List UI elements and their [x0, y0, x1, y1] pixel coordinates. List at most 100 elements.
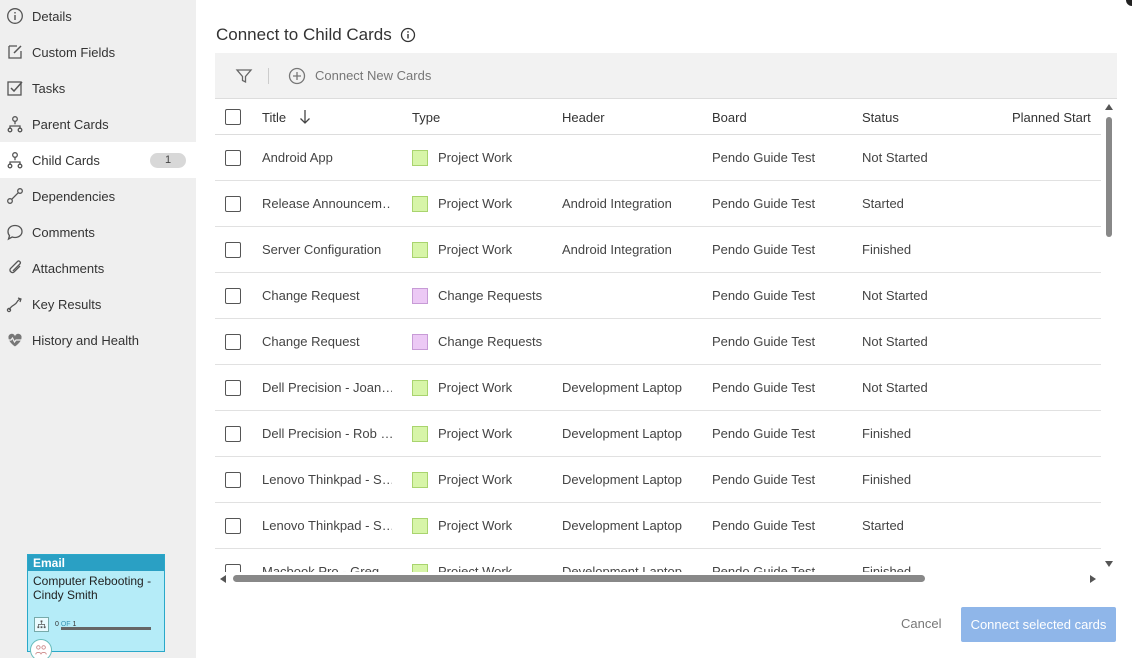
table-row[interactable]: Server Configuration Project Work Android … [215, 227, 1101, 273]
card-type-color-swatch [412, 564, 428, 572]
horizontal-scrollbar[interactable] [215, 572, 1101, 584]
table-header: Title Type Header Board Status Planned S… [215, 100, 1101, 135]
row-select-checkbox[interactable] [225, 564, 241, 572]
card-type-color-swatch [412, 196, 428, 212]
card-type-color-swatch [412, 242, 428, 258]
sidebar-item-label: Tasks [32, 80, 66, 96]
cell-title: Android App [262, 150, 333, 165]
column-header-status[interactable]: Status [862, 110, 899, 125]
cell-status: Started [862, 196, 904, 211]
table-row[interactable]: Change Request Change Requests Pendo Guide… [215, 319, 1101, 365]
heart-icon [6, 331, 24, 349]
hierarchy-icon [34, 617, 49, 632]
sidebar-item-comments[interactable]: Comments [0, 214, 196, 250]
child-progress-bar [61, 627, 151, 630]
cancel-button[interactable]: Cancel [901, 616, 941, 631]
sidebar-item-key-results[interactable]: Key Results [0, 286, 196, 322]
card-type-color-swatch [412, 426, 428, 442]
row-select-checkbox[interactable] [225, 426, 241, 442]
select-all-checkbox[interactable] [225, 109, 241, 125]
cell-title: Release Announcem… [262, 196, 392, 211]
cell-title: Change Request [262, 288, 360, 303]
sidebar: Details Custom Fields Tasks Parent Cards… [0, 0, 196, 658]
filter-icon[interactable] [232, 64, 256, 88]
sidebar-item-custom-fields[interactable]: Custom Fields [0, 34, 196, 70]
cell-title: Lenovo Thinkpad - S… [262, 472, 392, 487]
table-row[interactable]: Dell Precision - Joan… Project Work Develo… [215, 365, 1101, 411]
scroll-down-icon[interactable] [1104, 560, 1114, 568]
sidebar-item-dependencies[interactable]: Dependencies [0, 178, 196, 214]
card-type-color-swatch [412, 334, 428, 350]
main-panel: Connect to Child Cards Connect New Cards… [196, 0, 1132, 658]
row-select-checkbox[interactable] [225, 242, 241, 258]
table-row[interactable]: Macbook Pro - Greg… Project Work Developme… [215, 549, 1101, 572]
vertical-scrollbar[interactable] [1103, 103, 1115, 569]
row-select-checkbox[interactable] [225, 380, 241, 396]
cell-board: Pendo Guide Test [712, 380, 816, 395]
title-row: Connect to Child Cards [216, 25, 416, 45]
row-select-checkbox[interactable] [225, 472, 241, 488]
scroll-left-icon[interactable] [219, 574, 227, 584]
row-select-checkbox[interactable] [225, 518, 241, 534]
vertical-scroll-thumb[interactable] [1106, 117, 1112, 237]
sidebar-item-attachments[interactable]: Attachments [0, 250, 196, 286]
column-header-type[interactable]: Type [412, 110, 440, 125]
sidebar-item-child-cards[interactable]: Child Cards 1 [0, 142, 196, 178]
table-row[interactable]: Dell Precision - Rob … Project Work Develo… [215, 411, 1101, 457]
sidebar-item-history-health[interactable]: History and Health [0, 322, 196, 358]
sidebar-item-label: Parent Cards [32, 116, 109, 132]
cell-type: Project Work [438, 564, 513, 572]
scroll-up-icon[interactable] [1104, 103, 1114, 111]
card-type-color-swatch [412, 518, 428, 534]
column-header-board[interactable]: Board [712, 110, 747, 125]
sidebar-item-parent-cards[interactable]: Parent Cards [0, 106, 196, 142]
sidebar-item-details[interactable]: Details [0, 0, 196, 34]
info-icon [6, 7, 24, 25]
key-results-icon [6, 295, 24, 313]
sort-descending-icon[interactable] [299, 109, 311, 125]
link-icon [6, 187, 24, 205]
table-row[interactable]: Lenovo Thinkpad - S… Project Work Developm… [215, 457, 1101, 503]
cell-title: Change Request [262, 334, 360, 349]
cell-type: Change Requests [438, 334, 543, 349]
row-select-checkbox[interactable] [225, 196, 241, 212]
row-select-checkbox[interactable] [225, 150, 241, 166]
cell-title: Server Configuration [262, 242, 382, 257]
dialog-root: Details Custom Fields Tasks Parent Cards… [0, 0, 1132, 658]
info-icon[interactable] [400, 27, 416, 43]
row-select-checkbox[interactable] [225, 288, 241, 304]
column-header-planned-start[interactable]: Planned Start [1012, 110, 1091, 125]
table-row[interactable]: Change Request Change Requests Pendo Guide… [215, 273, 1101, 319]
cell-status: Finished [862, 472, 912, 487]
cell-board: Pendo Guide Test [712, 242, 816, 257]
sidebar-item-label: Dependencies [32, 188, 116, 204]
column-header-header[interactable]: Header [562, 110, 605, 125]
cell-status: Finished [862, 564, 912, 572]
cell-header: Android Integration [562, 242, 672, 257]
cell-type: Project Work [438, 196, 513, 211]
hierarchy-icon [6, 115, 24, 133]
assignee-avatar-icon[interactable] [30, 639, 52, 658]
cell-status: Finished [862, 426, 912, 441]
cell-board: Pendo Guide Test [712, 472, 816, 487]
table-row[interactable]: Release Announcem… Project Work Android In… [215, 181, 1101, 227]
card-footer: 0 OF 1 [34, 617, 151, 632]
table-row[interactable]: Lenovo Thinkpad - S… Project Work Developm… [215, 503, 1101, 549]
connect-new-cards-button[interactable]: Connect New Cards [288, 67, 431, 85]
sidebar-item-tasks[interactable]: Tasks [0, 70, 196, 106]
cards-table: Title Type Header Board Status Planned S… [215, 100, 1101, 572]
sidebar-item-label: Child Cards [32, 152, 100, 168]
page-title: Connect to Child Cards [216, 25, 392, 44]
connect-selected-cards-button[interactable]: Connect selected cards [961, 607, 1116, 642]
current-card-preview[interactable]: Email Computer Rebooting - Cindy Smith 0… [27, 554, 165, 658]
card-type-color-swatch [412, 150, 428, 166]
horizontal-scroll-thumb[interactable] [233, 575, 925, 582]
row-select-checkbox[interactable] [225, 334, 241, 350]
table-row[interactable]: Android App Project Work Pendo Guide Test N… [215, 135, 1101, 181]
cell-status: Finished [862, 242, 912, 257]
card-type-color-swatch [412, 380, 428, 396]
cell-type: Change Requests [438, 288, 543, 303]
cell-status: Not Started [862, 150, 928, 165]
scroll-right-icon[interactable] [1089, 574, 1097, 584]
column-header-title[interactable]: Title [262, 110, 286, 125]
